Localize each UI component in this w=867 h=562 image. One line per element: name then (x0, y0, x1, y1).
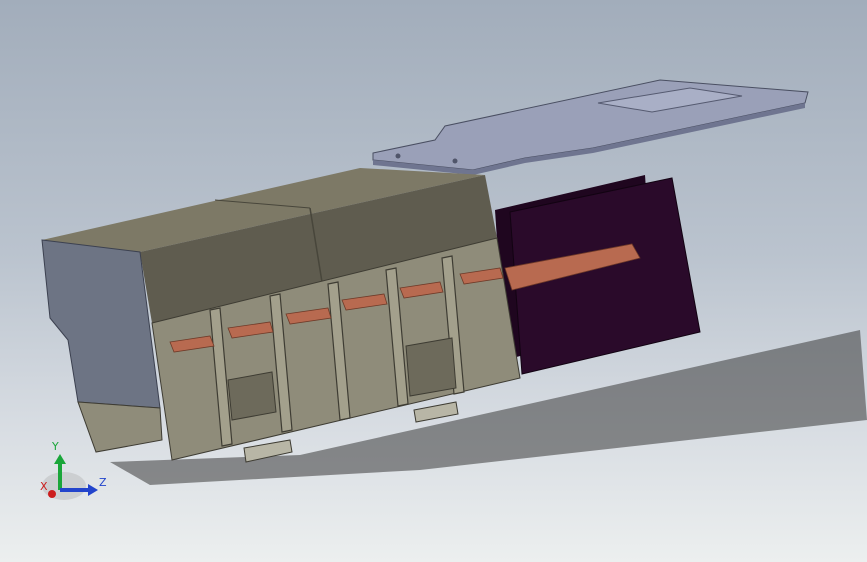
z-axis-arrow (88, 484, 98, 496)
cover-plate (372, 79, 809, 171)
plate-hole (395, 153, 401, 159)
axis-triad-graphic (42, 454, 98, 500)
y-axis-label: Y (52, 440, 59, 453)
3d-viewport[interactable]: Y Z X (0, 0, 867, 562)
x-axis-label: X (40, 480, 48, 493)
axis-triad: Y Z X (38, 440, 108, 506)
z-axis-label: Z (99, 476, 107, 489)
y-axis-arrow (54, 454, 66, 464)
cad-model-scene[interactable] (0, 0, 867, 562)
plate-hole (452, 158, 458, 164)
x-axis-dot (48, 490, 56, 498)
